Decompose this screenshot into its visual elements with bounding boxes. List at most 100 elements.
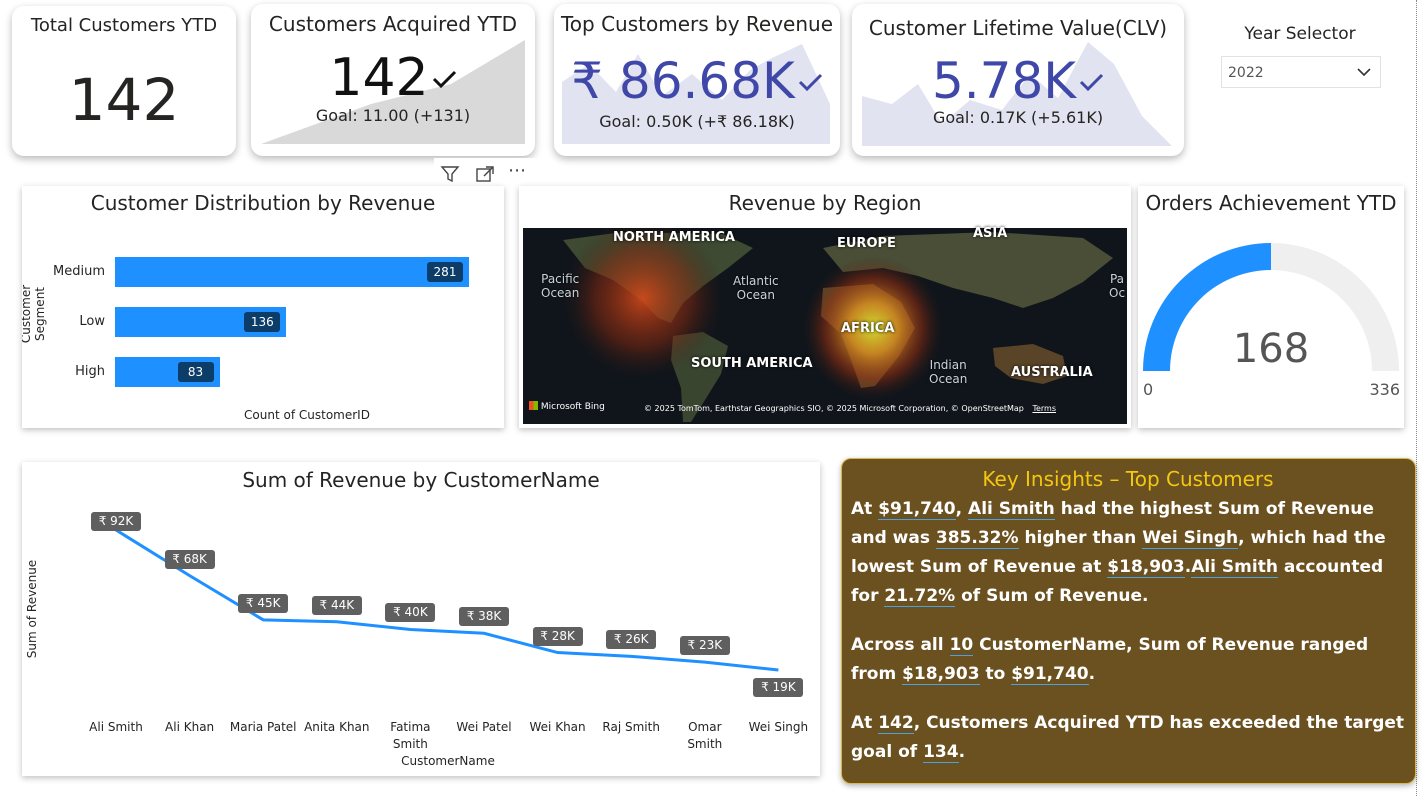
kpi-total-customers-card[interactable]: Total Customers YTD 142 [12, 6, 236, 156]
insight-text: . [1088, 664, 1096, 684]
insight-highlight: 134 [923, 742, 959, 763]
chevron-down-icon [1357, 68, 1371, 77]
kpi-value: ₹ 86.68K [571, 52, 795, 110]
insight-text: Across all [851, 635, 950, 655]
chart-title: Customer Distribution by Revenue [90, 191, 436, 215]
kpi-top-customers-card[interactable]: Top Customers by Revenue ₹ 86.68K Goal: … [554, 4, 840, 156]
bar-category-label: Low [79, 314, 105, 329]
year-selector-title: Year Selector [1244, 24, 1356, 44]
revenue-by-customer-line-chart[interactable]: Sum of Revenue by CustomerName Sum of Re… [22, 462, 820, 776]
point-data-label: ₹ 92K [91, 512, 141, 531]
point-data-label: ₹ 23K [679, 636, 730, 656]
x-category-label: Ali Smith [89, 720, 143, 734]
visual-header: ⋯ [434, 158, 536, 188]
insight-paragraph-3: At 142, Customers Acquired YTD has excee… [851, 709, 1405, 767]
point-data-label: ₹ 40K [385, 603, 436, 623]
map-label-indian-ocean: Indian Ocean [929, 358, 968, 386]
point-data-label: ₹ 26K [606, 630, 657, 650]
customer-distribution-chart[interactable]: Customer Distribution by Revenue Custome… [22, 186, 504, 428]
page-edge [1416, 0, 1417, 796]
bar-category-label: High [75, 364, 105, 379]
map-terms-link[interactable]: Terms [1032, 404, 1056, 413]
point-data-label: ₹ 19K [753, 678, 804, 697]
insight-text: to [979, 664, 1012, 684]
kpi-title: Total Customers YTD [30, 15, 218, 36]
x-category-label: Wei Khan [529, 720, 586, 734]
revenue-by-region-map[interactable]: Revenue by Region NORTH AMERICA EUROPE A… [519, 186, 1131, 428]
point-data-label: ₹ 28K [532, 626, 583, 646]
check-icon [798, 73, 822, 92]
map-label-africa: AFRICA [841, 321, 895, 336]
insight-text: , [955, 499, 969, 519]
focus-mode-icon[interactable] [475, 165, 495, 183]
map-label-europe: EUROPE [837, 236, 896, 251]
bar-category-label: Medium [53, 264, 105, 279]
bing-logo: Microsoft Bing [529, 401, 605, 412]
map-label-pacific-ocean: Pacific Ocean [541, 272, 580, 300]
map-label-asia: ASIA [973, 226, 1008, 241]
check-icon [1080, 73, 1104, 92]
dashboard: Total Customers YTD 142 Customers Acquir… [0, 0, 1425, 796]
gauge-max: 336 [1369, 380, 1400, 399]
insight-highlight: Wei Singh [1142, 528, 1239, 549]
kpi-value: 142 [329, 48, 429, 108]
insight-text: of Sum of Revenue. [955, 586, 1149, 606]
kpi-customers-acquired-card[interactable]: Customers Acquired YTD 142 Goal: 11.00 (… [251, 4, 535, 156]
insight-highlight: $18,903 [902, 664, 980, 685]
year-dropdown[interactable]: 2022 [1221, 56, 1381, 88]
x-category-label: Wei Patel [456, 720, 512, 734]
insight-highlight: $91,740 [878, 499, 956, 520]
bar-data-label: 83 [177, 362, 214, 382]
kpi-title: Customers Acquired YTD [268, 12, 518, 36]
bar-data-label: 281 [427, 262, 463, 282]
windows-logo-icon [529, 401, 538, 410]
x-category-label: Ali Khan [165, 720, 215, 734]
insight-highlight: 142 [878, 713, 914, 734]
map-label-pacific-ocean-east: Pa Oc [1109, 272, 1126, 300]
year-dropdown-value: 2022 [1228, 65, 1264, 81]
map-canvas[interactable] [523, 228, 1127, 424]
insight-highlight: 385.32% [935, 528, 1019, 549]
bar[interactable] [115, 257, 469, 287]
kpi-value: 142 [68, 66, 180, 134]
insight-paragraph-1: At $91,740, Ali Smith had the highest Su… [851, 495, 1405, 611]
filter-icon[interactable] [440, 165, 460, 183]
insight-highlight: $18,903 [1107, 557, 1185, 578]
gauge-value: 168 [1232, 326, 1310, 372]
map-copyright-text: © 2025 TomTom, Earthstar Geographics SIO… [644, 404, 1024, 413]
kpi-goal: Goal: 11.00 (+131) [315, 106, 471, 125]
insight-paragraph-2: Across all 10 CustomerName, Sum of Reven… [851, 631, 1405, 689]
gauge-arc [1143, 243, 1399, 371]
key-insights-panel: Key Insights – Top Customers At $91,740,… [841, 458, 1416, 784]
kpi-goal: Goal: 0.17K (+5.61K) [932, 108, 1104, 127]
map-label-north-america: NORTH AMERICA [613, 230, 735, 245]
check-icon [432, 70, 456, 89]
insight-text: At [851, 499, 879, 519]
x-axis-title: Count of CustomerID [244, 408, 370, 422]
chart-title: Revenue by Region [728, 191, 922, 215]
kpi-value-row: 142 [251, 48, 535, 108]
gauge-min: 0 [1143, 380, 1154, 399]
insight-highlight: $91,740 [1011, 664, 1089, 685]
x-category-label: Raj Smith [602, 720, 660, 734]
year-selector: Year Selector 2022 [1210, 20, 1390, 92]
orders-achievement-gauge[interactable]: Orders Achievement YTD 168 0 336 [1138, 186, 1404, 428]
kpi-value: 5.78K [931, 52, 1077, 110]
kpi-value-row: 5.78K [852, 52, 1184, 110]
more-options-icon[interactable]: ⋯ [508, 160, 526, 181]
map-label-australia: AUSTRALIA [1011, 365, 1093, 380]
insight-text: higher than [1018, 528, 1143, 548]
insight-highlight: 21.72% [884, 586, 956, 607]
point-data-label: ₹ 68K [164, 549, 215, 569]
kpi-title: Top Customers by Revenue [560, 12, 834, 36]
kpi-clv-card[interactable]: Customer Lifetime Value(CLV) 5.78K Goal:… [852, 4, 1184, 156]
bar-data-label: 136 [244, 312, 281, 332]
x-category-label: Omar Smith [687, 720, 723, 751]
kpi-value-row: ₹ 86.68K [554, 52, 840, 110]
insight-text: . [958, 742, 966, 762]
x-category-label: Fatima Smith [390, 720, 431, 751]
map-label-atlantic-ocean: Atlantic Ocean [733, 274, 779, 302]
x-category-label: Maria Patel [229, 720, 297, 734]
y-axis-title: Customer Segment [22, 284, 47, 344]
bing-brand: Microsoft Bing [540, 402, 605, 412]
